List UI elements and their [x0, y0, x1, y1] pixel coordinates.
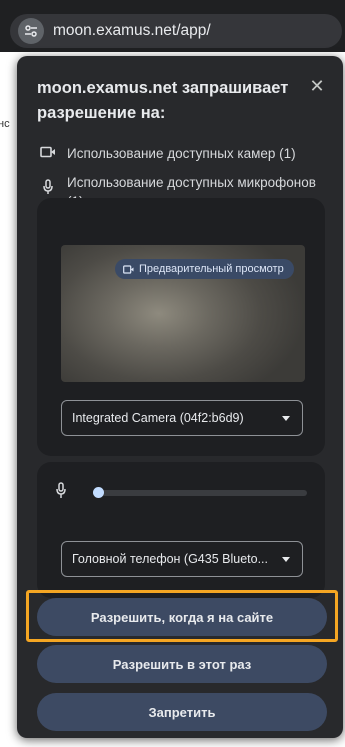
deny-label: Запретить: [148, 704, 216, 720]
deny-button[interactable]: Запретить: [37, 693, 327, 731]
chevron-down-icon: [282, 416, 290, 421]
camera-select-value: Integrated Camera (04f2:b6d9): [72, 411, 244, 425]
camera-card: Предварительный просмотр Integrated Came…: [37, 198, 325, 456]
mic-level-meter: [93, 490, 307, 496]
tune-icon[interactable]: [18, 18, 44, 44]
mic-icon: [55, 482, 67, 504]
page-edge-text: нс: [0, 118, 10, 130]
url-text[interactable]: moon.examus.net/app/: [53, 22, 211, 40]
mic-icon: [37, 173, 59, 195]
preview-badge: Предварительный просмотр: [115, 259, 294, 279]
permission-camera-label: Использование доступных камер (1): [67, 146, 296, 161]
preview-badge-label: Предварительный просмотр: [139, 263, 284, 275]
omnibox[interactable]: moon.examus.net/app/: [10, 14, 342, 48]
close-icon: ✕: [309, 75, 325, 96]
popup-title-site: moon.examus.net: [37, 79, 178, 97]
chevron-down-icon: [282, 557, 290, 562]
microphone-select[interactable]: Головной телефон (G435 Blueto...: [61, 541, 303, 577]
mic-level-row: [55, 482, 67, 504]
camera-select[interactable]: Integrated Camera (04f2:b6d9): [61, 400, 303, 436]
close-button[interactable]: ✕: [305, 74, 329, 98]
videocam-icon: [123, 264, 134, 274]
videocam-icon: [37, 144, 59, 158]
highlight-box: [26, 590, 338, 642]
address-bar: moon.examus.net/app/: [0, 0, 345, 52]
microphone-select-value: Головной телефон (G435 Blueto...: [72, 552, 269, 566]
mic-level-indicator: [93, 487, 104, 498]
popup-title: moon.examus.net запрашивает разрешение н…: [37, 76, 297, 126]
allow-this-time-button[interactable]: Разрешить в этот раз: [37, 645, 327, 683]
permission-camera: Использование доступных камер (1): [37, 144, 296, 163]
microphone-card: Головной телефон (G435 Blueto...: [37, 462, 325, 598]
allow-this-time-label: Разрешить в этот раз: [112, 656, 252, 672]
